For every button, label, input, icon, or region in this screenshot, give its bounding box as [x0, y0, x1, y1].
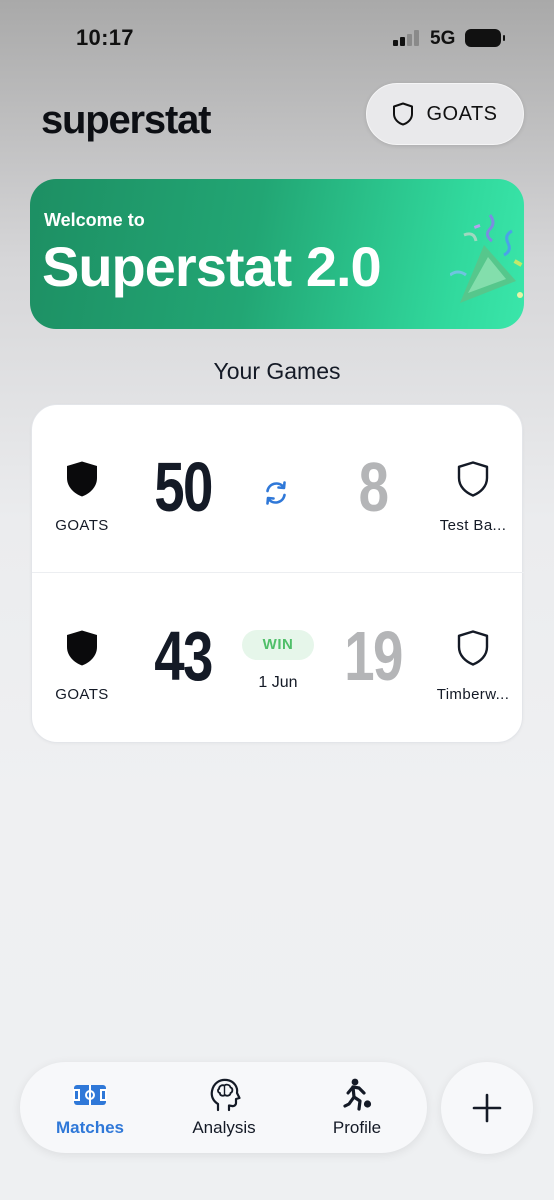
team-selector-label: GOATS — [426, 102, 498, 125]
shield-outline-icon — [393, 102, 414, 126]
away-score: 8 — [358, 448, 389, 526]
your-games-title: Your Games — [213, 358, 341, 384]
away-team-name: Test Ba... — [439, 517, 507, 534]
player-ball-icon — [343, 1078, 372, 1111]
tab-bar: Matches Analysis Profile — [20, 1062, 427, 1153]
banner-kicker: Welcome to — [44, 210, 145, 230]
add-game-button[interactable] — [441, 1062, 533, 1154]
status-bar: 10:17 5G — [0, 0, 554, 76]
team-crest-icon — [67, 461, 97, 497]
tab-label: Matches — [55, 1118, 125, 1137]
welcome-banner[interactable]: Welcome to Superstat 2.0 — [30, 179, 524, 329]
away-team-name: Timberw... — [436, 686, 510, 703]
game-row[interactable]: GOATS 50 8 Test Ba... — [32, 405, 524, 573]
team-crest-icon — [67, 630, 97, 666]
team-crest-outline-icon — [457, 461, 489, 497]
tab-matches[interactable]: Matches — [30, 1062, 150, 1153]
team-selector-button[interactable]: GOATS — [366, 83, 524, 145]
brain-head-icon — [210, 1078, 241, 1112]
game-date: 1 Jun — [258, 674, 298, 691]
app-logo: superstat — [41, 98, 211, 142]
home-score: 43 — [154, 617, 213, 695]
refresh-icon[interactable] — [261, 478, 291, 508]
tab-label: Analysis — [192, 1118, 256, 1137]
signal-icon — [393, 30, 421, 46]
tab-analysis[interactable]: Analysis — [164, 1062, 284, 1153]
tab-profile[interactable]: Profile — [297, 1062, 417, 1153]
home-score: 50 — [154, 448, 213, 526]
party-popper-icon — [450, 214, 523, 303]
team-crest-outline-icon — [457, 630, 489, 666]
game-row[interactable]: GOATS 43 WIN 1 Jun 19 Timberw... — [32, 574, 524, 742]
away-score: 19 — [344, 617, 403, 695]
games-list: GOATS 50 8 Test Ba... GOATS 43 WIN 1 Jun… — [31, 404, 524, 743]
tab-label: Profile — [332, 1118, 382, 1137]
home-team-name: GOATS — [55, 686, 109, 703]
home-team-name: GOATS — [55, 517, 109, 534]
banner-title: Superstat 2.0 — [42, 235, 382, 298]
soccer-field-icon — [73, 1085, 107, 1105]
status-time: 10:17 — [76, 25, 134, 50]
network-label: 5G — [430, 28, 456, 49]
result-badge: WIN — [242, 630, 314, 660]
plus-icon — [472, 1093, 502, 1123]
battery-icon — [465, 29, 505, 47]
